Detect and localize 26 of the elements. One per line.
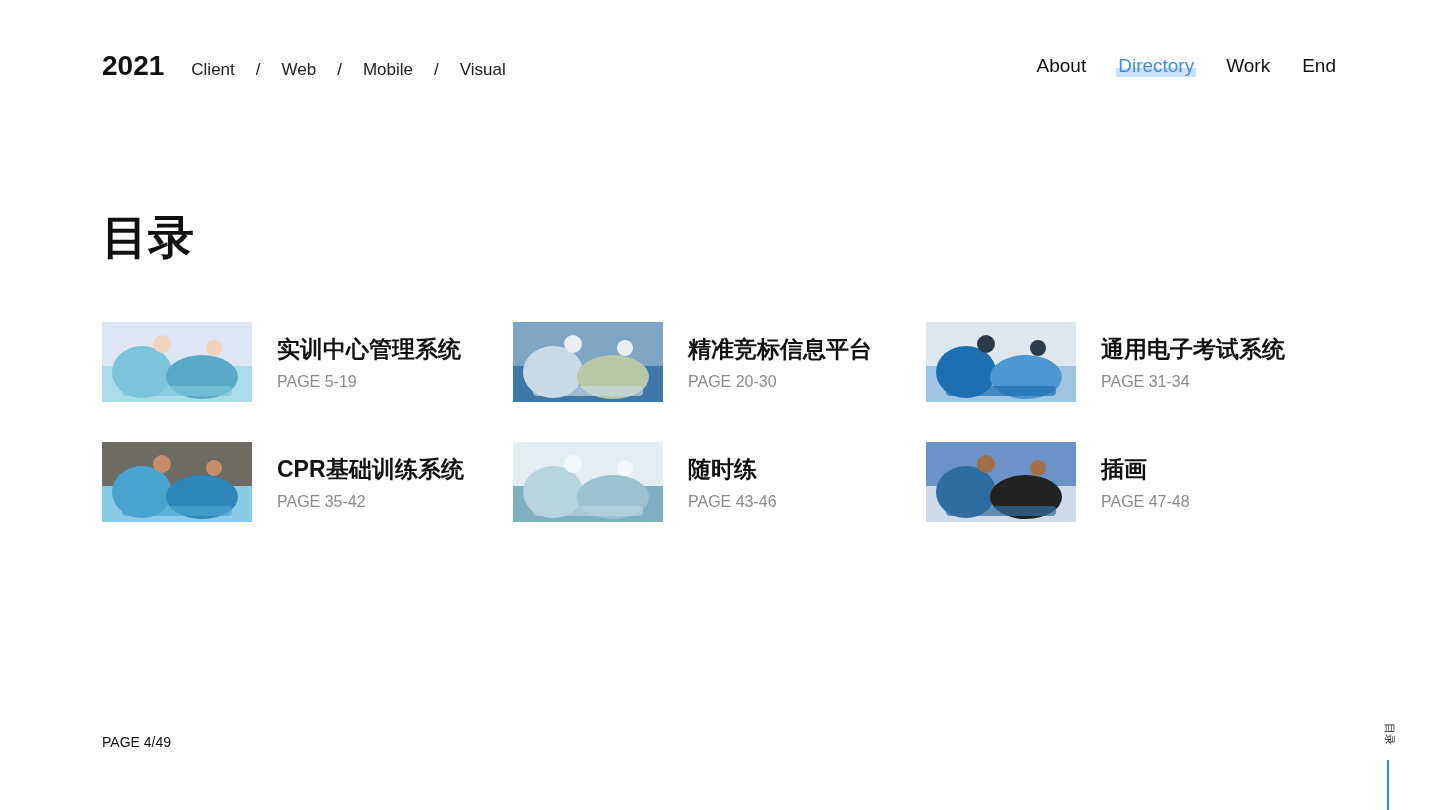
page-number: PAGE 4/49	[102, 734, 171, 750]
category-link[interactable]: Web	[281, 60, 317, 80]
entry-title[interactable]: 随时练	[688, 453, 777, 485]
separator: /	[337, 60, 342, 80]
entry-title[interactable]: 精准竞标信息平台	[688, 333, 872, 365]
entry-title[interactable]: 插画	[1101, 453, 1190, 485]
page-range: PAGE 5-19	[277, 372, 358, 391]
entry-title[interactable]: CPR基础训练系统	[277, 453, 464, 485]
category-link[interactable]: Mobile	[362, 60, 413, 80]
entry-title[interactable]: 实训中心管理系统	[277, 333, 461, 365]
separator: /	[255, 60, 261, 80]
page-range: PAGE 20-30	[688, 372, 778, 391]
page-range: PAGE 47-48	[1101, 492, 1190, 511]
category-link[interactable]: Visual	[459, 60, 506, 80]
nav-link[interactable]: End	[1300, 55, 1338, 77]
side-label: 目录	[1382, 722, 1397, 745]
entry-title[interactable]: 通用电子考试系统	[1101, 333, 1285, 365]
page-range: PAGE 43-46	[688, 492, 777, 511]
separator: /	[434, 60, 439, 80]
page-range: PAGE 35-42	[277, 492, 367, 511]
year-logo: 2021	[102, 50, 165, 82]
page-range: PAGE 31-34	[1101, 372, 1191, 391]
page-title: 目录	[102, 214, 195, 260]
nav-link[interactable]: About	[1034, 55, 1089, 77]
nav-link[interactable]: Work	[1224, 55, 1273, 77]
category-link[interactable]: Client	[191, 60, 235, 80]
